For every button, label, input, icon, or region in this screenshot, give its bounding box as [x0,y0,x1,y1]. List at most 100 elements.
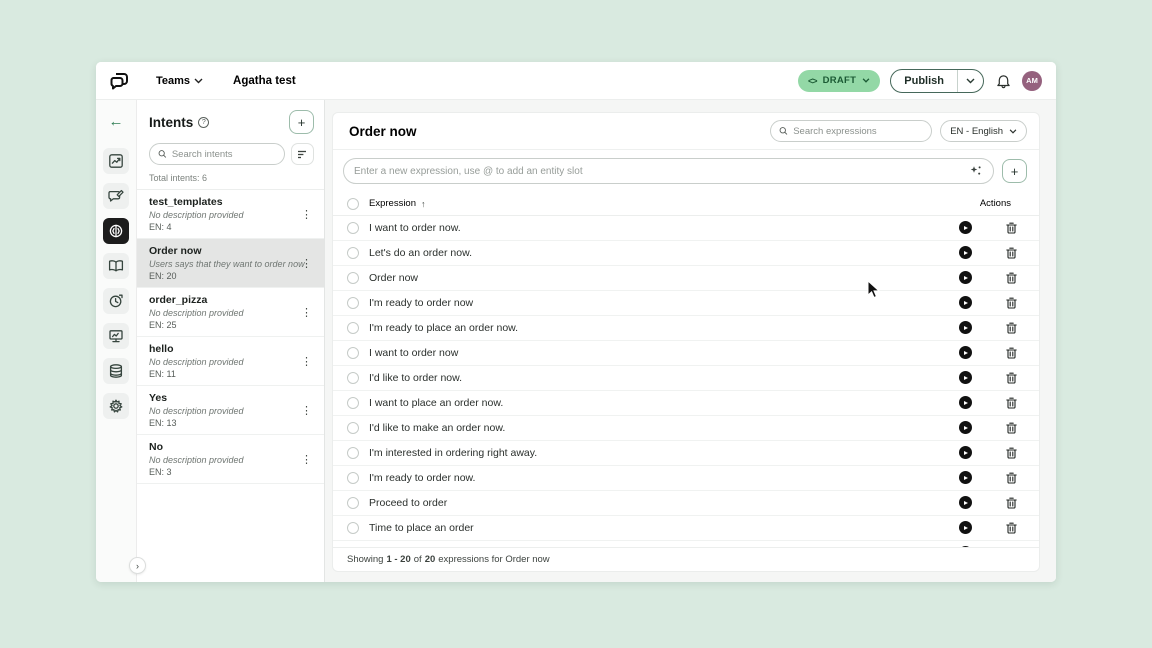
help-icon[interactable]: ? [198,116,210,128]
test-expression-button[interactable] [959,346,972,360]
row-checkbox[interactable] [347,221,359,234]
row-checkbox[interactable] [347,421,359,434]
test-expression-button[interactable] [959,496,972,510]
publish-button[interactable]: Publish [891,70,957,92]
edit-expression-button[interactable] [983,372,995,384]
delete-expression-button[interactable] [1006,322,1017,334]
row-checkbox[interactable] [347,321,359,334]
search-intents-input[interactable] [171,148,276,160]
row-checkbox[interactable] [347,496,359,509]
expression-row[interactable]: I want to place an order now. [333,391,1039,416]
sort-intents-button[interactable] [291,143,314,165]
delete-expression-button[interactable] [1006,397,1017,409]
intent-kebab-menu-icon[interactable]: ⋮ [297,355,316,368]
row-checkbox[interactable] [347,471,359,484]
row-checkbox[interactable] [347,346,359,359]
expression-row[interactable]: I'm ready to order now. [333,466,1039,491]
add-expression-button[interactable]: + [1002,159,1027,184]
row-checkbox[interactable] [347,396,359,409]
nav-device-monitor[interactable] [103,323,129,349]
language-select[interactable]: EN - English [940,120,1027,143]
intent-list-item[interactable]: order_pizza No description provided EN: … [137,288,324,337]
expression-row[interactable]: Let's do an order now. [333,241,1039,266]
intent-list-item[interactable]: Order now Users says that they want to o… [137,239,324,288]
row-checkbox[interactable] [347,521,359,534]
expression-row[interactable]: I'm interested in ordering right away. [333,441,1039,466]
sort-ascending-icon[interactable]: ↑ [421,199,426,209]
delete-expression-button[interactable] [1006,447,1017,459]
test-expression-button[interactable] [959,371,972,385]
test-expression-button[interactable] [959,246,972,260]
new-expression-input[interactable] [354,165,969,177]
expression-row[interactable]: I'd like to place an order now [333,541,1039,548]
expression-row[interactable]: Order now [333,266,1039,291]
draft-status-dropdown[interactable]: <> DRAFT [798,69,881,92]
edit-expression-button[interactable] [983,297,995,309]
edit-expression-button[interactable] [983,472,995,484]
delete-expression-button[interactable] [1006,297,1017,309]
intent-list-item[interactable]: Yes No description provided EN: 13 ⋮ [137,386,324,435]
test-expression-button[interactable] [959,446,972,460]
expression-row[interactable]: I'd like to order now. [333,366,1039,391]
intent-list-item[interactable]: test_templates No description provided E… [137,190,324,239]
intent-kebab-menu-icon[interactable]: ⋮ [297,306,316,319]
edit-expression-button[interactable] [983,322,995,334]
expand-sidebar-button[interactable]: › [129,557,146,574]
expression-row[interactable]: I want to order now. [333,216,1039,241]
edit-expression-button[interactable] [983,497,995,509]
test-expression-button[interactable] [959,396,972,410]
edit-expression-button[interactable] [983,247,995,259]
add-intent-button[interactable]: + [289,110,314,134]
delete-expression-button[interactable] [1006,497,1017,509]
teams-dropdown[interactable]: Teams [156,75,203,87]
test-expression-button[interactable] [959,521,972,535]
expression-row[interactable]: I want to order now [333,341,1039,366]
publish-options-button[interactable] [957,69,983,92]
back-arrow-button[interactable]: ← [109,110,124,134]
test-expression-button[interactable] [959,471,972,485]
nav-analytics-chart[interactable] [103,148,129,174]
test-expression-button[interactable] [959,271,972,285]
expression-row[interactable]: I'm ready to order now [333,291,1039,316]
row-checkbox[interactable] [347,296,359,309]
delete-expression-button[interactable] [1006,522,1017,534]
expression-row[interactable]: Proceed to order [333,491,1039,516]
expression-row[interactable]: I'm ready to place an order now. [333,316,1039,341]
intent-kebab-menu-icon[interactable]: ⋮ [297,208,316,221]
edit-expression-button[interactable] [983,447,995,459]
notifications-bell-icon[interactable] [994,72,1012,90]
delete-expression-button[interactable] [1006,472,1017,484]
edit-expression-button[interactable] [983,222,995,234]
edit-expression-button[interactable] [983,422,995,434]
user-avatar[interactable]: AM [1022,70,1042,91]
row-checkbox[interactable] [347,271,359,284]
nav-history-clock[interactable] [103,288,129,314]
nav-knowledge-book[interactable] [103,253,129,279]
delete-expression-button[interactable] [1006,422,1017,434]
ai-sparkle-icon[interactable] [969,164,983,178]
intent-kebab-menu-icon[interactable]: ⋮ [297,404,316,417]
edit-expression-button[interactable] [983,522,995,534]
test-expression-button[interactable] [959,421,972,435]
intent-kebab-menu-icon[interactable]: ⋮ [297,453,316,466]
delete-expression-button[interactable] [1006,222,1017,234]
edit-expression-button[interactable] [983,272,995,284]
nav-database[interactable] [103,358,129,384]
row-checkbox[interactable] [347,446,359,459]
delete-expression-button[interactable] [1006,247,1017,259]
row-checkbox[interactable] [347,246,359,259]
nav-conversation-edit[interactable] [103,183,129,209]
app-logo-icon[interactable] [108,68,134,94]
search-expressions-input[interactable] [793,125,924,137]
select-all-checkbox[interactable] [347,197,359,210]
expression-row[interactable]: Time to place an order [333,516,1039,541]
test-expression-button[interactable] [959,221,972,235]
edit-expression-button[interactable] [983,347,995,359]
nav-intents-brain[interactable] [103,218,129,244]
nav-settings-gear[interactable] [103,393,129,419]
delete-expression-button[interactable] [1006,372,1017,384]
expression-row[interactable]: I'd like to make an order now. [333,416,1039,441]
delete-expression-button[interactable] [1006,347,1017,359]
test-expression-button[interactable] [959,296,972,310]
test-expression-button[interactable] [959,321,972,335]
